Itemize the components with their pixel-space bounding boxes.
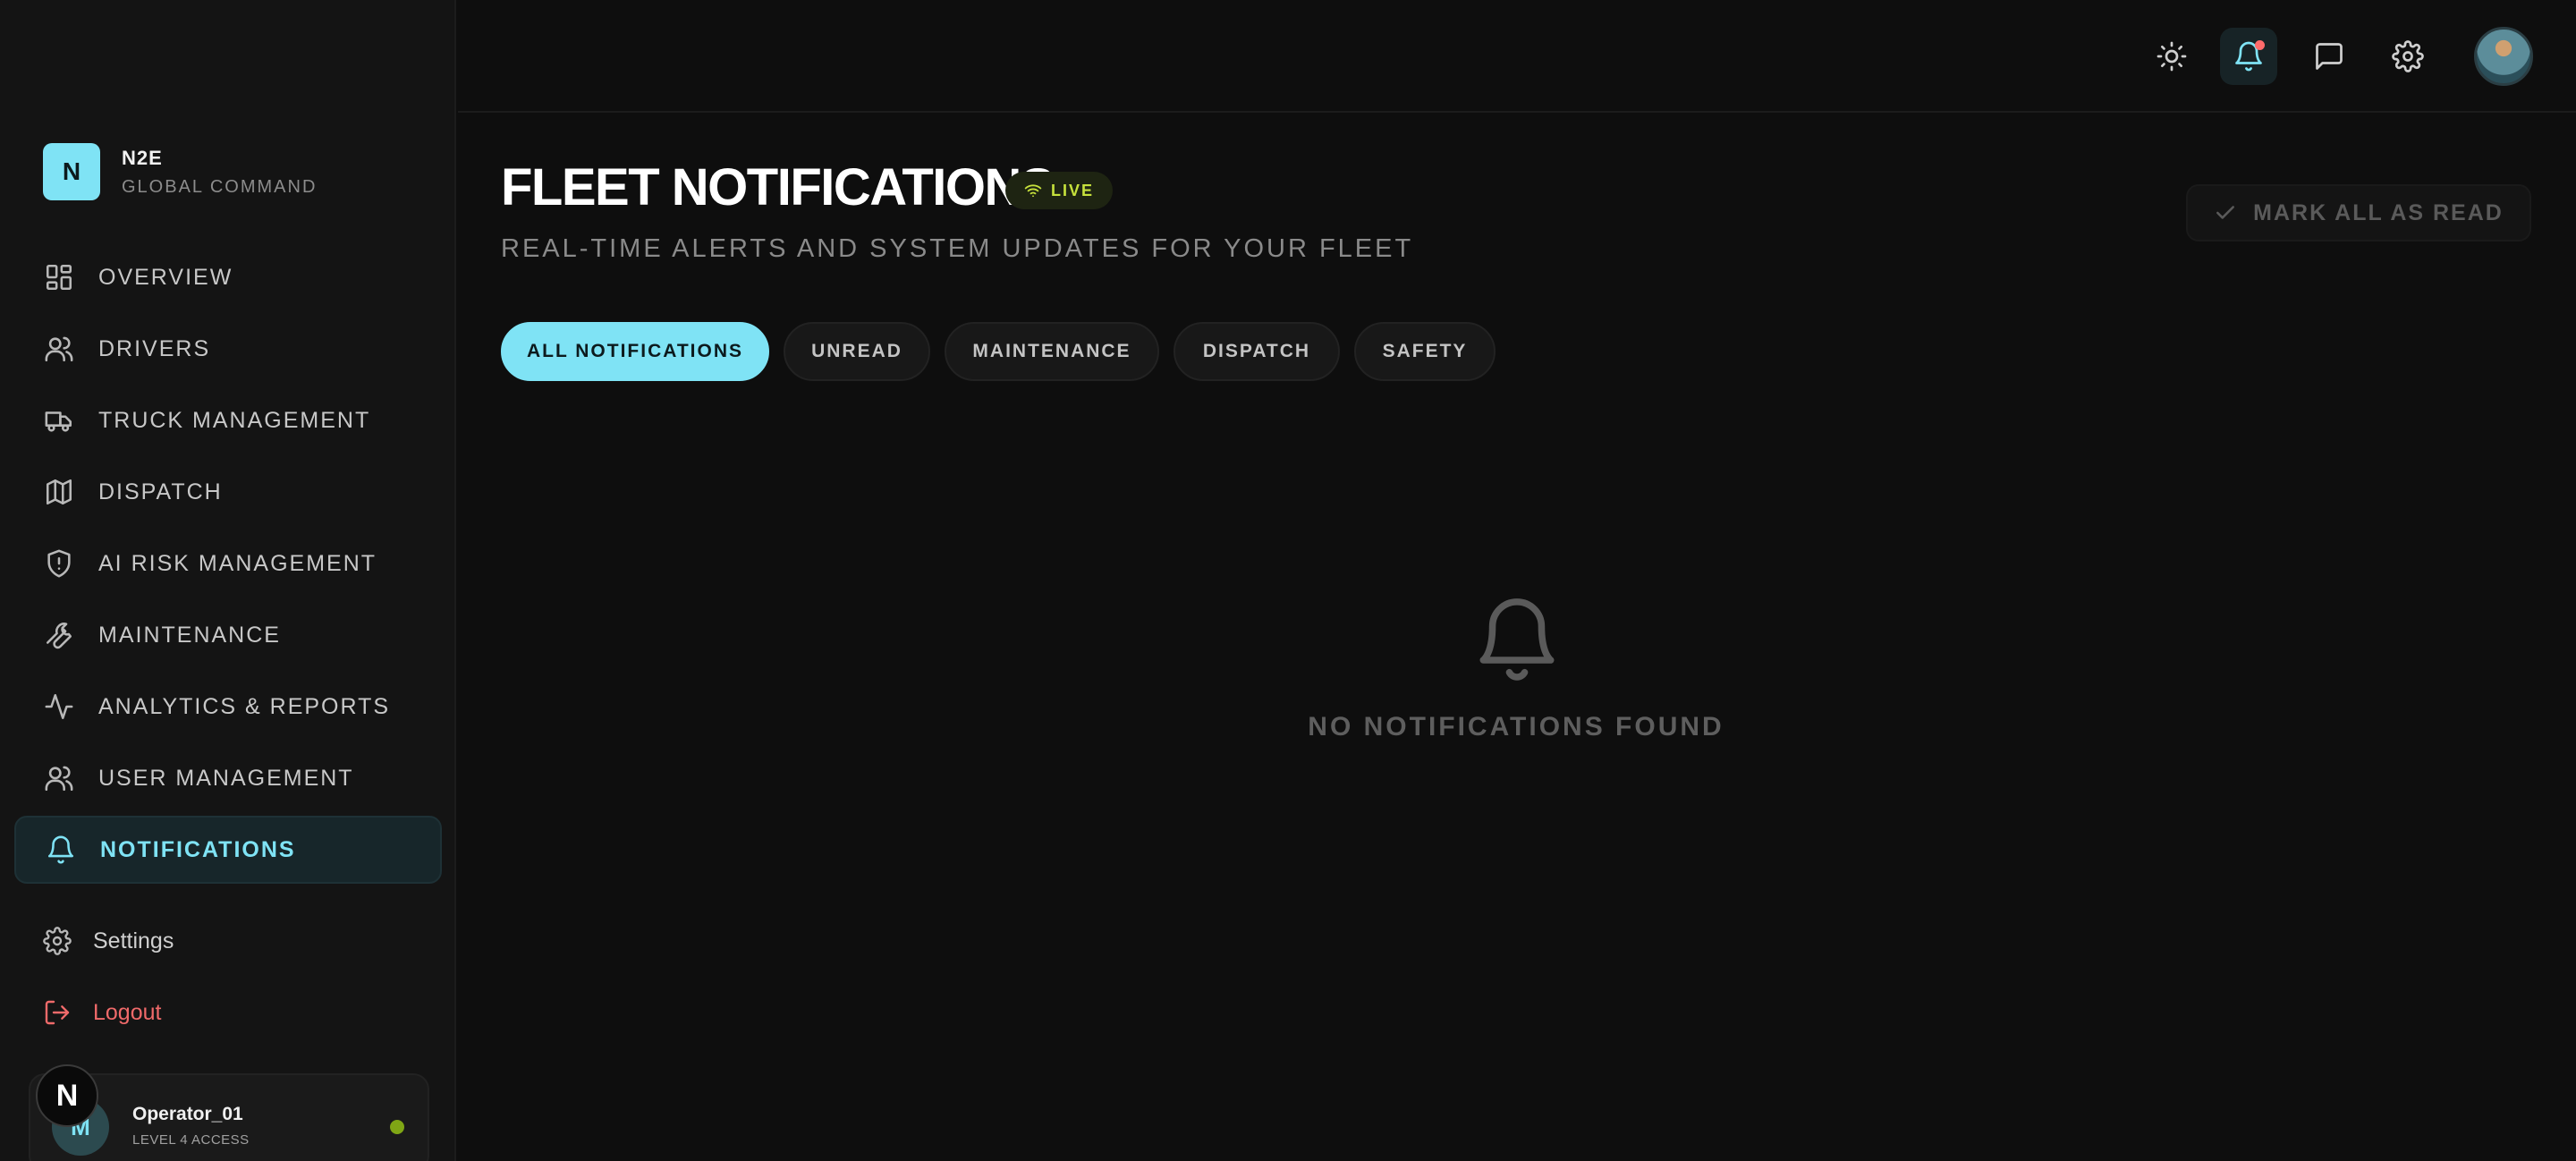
sidebar-item-user-management[interactable]: USER MANAGEMENT bbox=[14, 744, 442, 812]
users-icon bbox=[43, 333, 75, 365]
profile-avatar[interactable] bbox=[2474, 27, 2533, 86]
brand[interactable]: N N2E GLOBAL COMMAND bbox=[43, 143, 317, 200]
sidebar-item-ai-risk-management[interactable]: AI RISK MANAGEMENT bbox=[14, 530, 442, 597]
sidebar-item-label: AI RISK MANAGEMENT bbox=[98, 550, 377, 576]
live-label: LIVE bbox=[1050, 181, 1094, 199]
sidebar-item-drivers[interactable]: DRIVERS bbox=[14, 315, 442, 383]
dev-tools-badge[interactable]: N bbox=[36, 1064, 98, 1127]
mark-all-read-button[interactable]: MARK ALL AS READ bbox=[2186, 184, 2531, 242]
sidebar-item-label: TRUCK MANAGEMENT bbox=[98, 407, 371, 433]
messages-button[interactable] bbox=[2301, 28, 2358, 85]
wrench-icon bbox=[43, 619, 75, 651]
sidebar-item-label: ANALYTICS & REPORTS bbox=[98, 693, 391, 719]
truck-icon bbox=[43, 404, 75, 436]
shield-alert-icon bbox=[43, 547, 75, 580]
activity-icon bbox=[43, 691, 75, 723]
unread-dot bbox=[2255, 40, 2265, 50]
sidebar-item-label: OVERVIEW bbox=[98, 264, 233, 290]
live-badge: LIVE bbox=[1005, 172, 1113, 209]
filter-maintenance[interactable]: MAINTENANCE bbox=[945, 322, 1159, 381]
filter-dispatch[interactable]: DISPATCH bbox=[1174, 322, 1340, 381]
theme-toggle-button[interactable] bbox=[2143, 28, 2200, 85]
sidebar-item-notifications[interactable]: NOTIFICATIONS bbox=[14, 816, 442, 884]
bell-icon bbox=[45, 834, 77, 866]
sidebar-item-label: USER MANAGEMENT bbox=[98, 765, 354, 791]
filter-all-notifications[interactable]: ALL NOTIFICATIONS bbox=[501, 322, 769, 381]
sidebar: N N2E GLOBAL COMMAND OVERVIEW DRIVERS TR… bbox=[0, 0, 456, 1161]
sidebar-item-maintenance[interactable]: MAINTENANCE bbox=[14, 601, 442, 669]
page-subtitle: REAL-TIME ALERTS AND SYSTEM UPDATES FOR … bbox=[501, 234, 1414, 263]
notifications-button[interactable] bbox=[2220, 28, 2277, 85]
page-title: FLEET NOTIFICATIONS bbox=[501, 158, 1055, 216]
filter-unread[interactable]: UNREAD bbox=[784, 322, 930, 381]
online-status-indicator bbox=[390, 1120, 404, 1134]
sidebar-item-label: DISPATCH bbox=[98, 479, 223, 504]
sun-icon bbox=[2157, 41, 2187, 72]
filter-tabs: ALL NOTIFICATIONS UNREAD MAINTENANCE DIS… bbox=[501, 322, 1510, 381]
grid-icon bbox=[43, 261, 75, 293]
sidebar-item-overview[interactable]: OVERVIEW bbox=[14, 243, 442, 311]
brand-logo: N bbox=[43, 143, 100, 200]
check-icon bbox=[2216, 206, 2235, 219]
logout-button[interactable]: Logout bbox=[43, 998, 161, 1027]
users-icon bbox=[43, 762, 75, 794]
gear-icon bbox=[2392, 40, 2424, 72]
empty-state-message: NO NOTIFICATIONS FOUND bbox=[1308, 712, 1724, 742]
sidebar-item-label: DRIVERS bbox=[98, 335, 211, 361]
sidebar-item-label: NOTIFICATIONS bbox=[100, 836, 296, 862]
mark-all-read-label: MARK ALL AS READ bbox=[2253, 199, 2504, 225]
brand-name: N2E bbox=[122, 146, 163, 169]
topbar bbox=[458, 0, 2576, 113]
gear-icon bbox=[43, 927, 72, 955]
brand-subtitle: GLOBAL COMMAND bbox=[122, 176, 318, 197]
sidebar-item-truck-management[interactable]: TRUCK MANAGEMENT bbox=[14, 386, 442, 454]
settings-link[interactable]: Settings bbox=[43, 927, 174, 955]
sidebar-item-dispatch[interactable]: DISPATCH bbox=[14, 458, 442, 526]
bell-icon bbox=[1479, 596, 1555, 682]
map-icon bbox=[43, 476, 75, 508]
sidebar-item-analytics-reports[interactable]: ANALYTICS & REPORTS bbox=[14, 673, 442, 741]
filter-safety[interactable]: SAFETY bbox=[1354, 322, 1496, 381]
user-name: Operator_01 bbox=[132, 1104, 243, 1124]
logout-label: Logout bbox=[93, 999, 162, 1025]
user-role: LEVEL 4 ACCESS bbox=[132, 1132, 250, 1148]
logout-icon bbox=[45, 1000, 70, 1025]
wifi-icon bbox=[1024, 184, 1042, 198]
sidebar-item-label: MAINTENANCE bbox=[98, 622, 281, 648]
message-icon bbox=[2316, 43, 2343, 70]
settings-button[interactable] bbox=[2379, 28, 2436, 85]
settings-label: Settings bbox=[93, 928, 174, 953]
sidebar-nav: OVERVIEW DRIVERS TRUCK MANAGEMENT DISPAT… bbox=[14, 243, 442, 887]
